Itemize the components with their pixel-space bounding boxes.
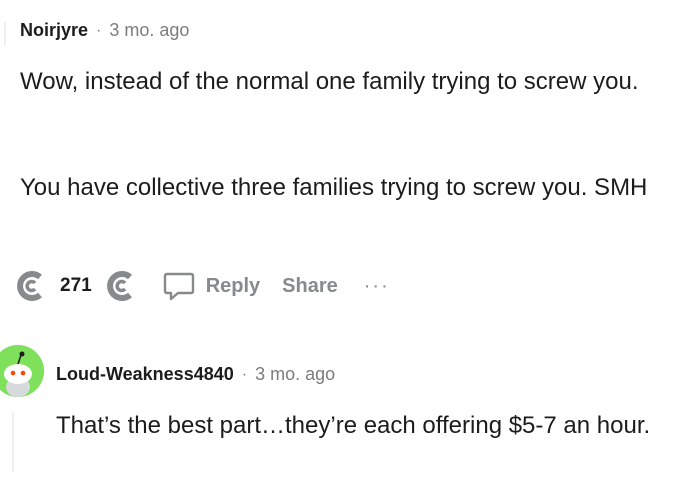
avatar[interactable] [0,345,44,397]
comment-header: Noirjyre · 3 mo. ago [20,20,189,41]
vote-score: 271 [60,275,92,296]
thread-line [4,22,6,46]
downvote-button[interactable] [104,268,140,304]
reply-button[interactable]: Reply [162,270,260,302]
comment-actions: 271 Reply Share ··· [14,262,390,310]
comment-paragraph: You have collective three families tryin… [20,174,648,201]
share-button[interactable]: Share [282,275,338,298]
timestamp[interactable]: 3 mo. ago [109,20,189,41]
username[interactable]: Loud-Weakness4840 [56,364,234,385]
reply-label: Reply [205,274,261,297]
comment-header: Loud-Weakness4840 · 3 mo. ago [56,364,335,385]
upvote-icon [17,271,42,301]
username[interactable]: Noirjyre [20,20,88,41]
upvote-button[interactable] [14,268,50,304]
comment-paragraph: That’s the best part…they’re each offeri… [56,412,651,439]
downvote-icon [106,271,132,301]
separator-dot: · [96,21,102,39]
comment-paragraph: Wow, instead of the normal one family tr… [20,68,639,95]
reply-icon [163,272,194,301]
thread-line[interactable] [12,412,14,472]
timestamp[interactable]: 3 mo. ago [255,364,335,385]
snoo-avatar-icon [0,345,44,397]
more-options-button[interactable]: ··· [364,275,390,298]
share-label: Share [282,274,338,297]
separator-dot: · [241,365,248,383]
